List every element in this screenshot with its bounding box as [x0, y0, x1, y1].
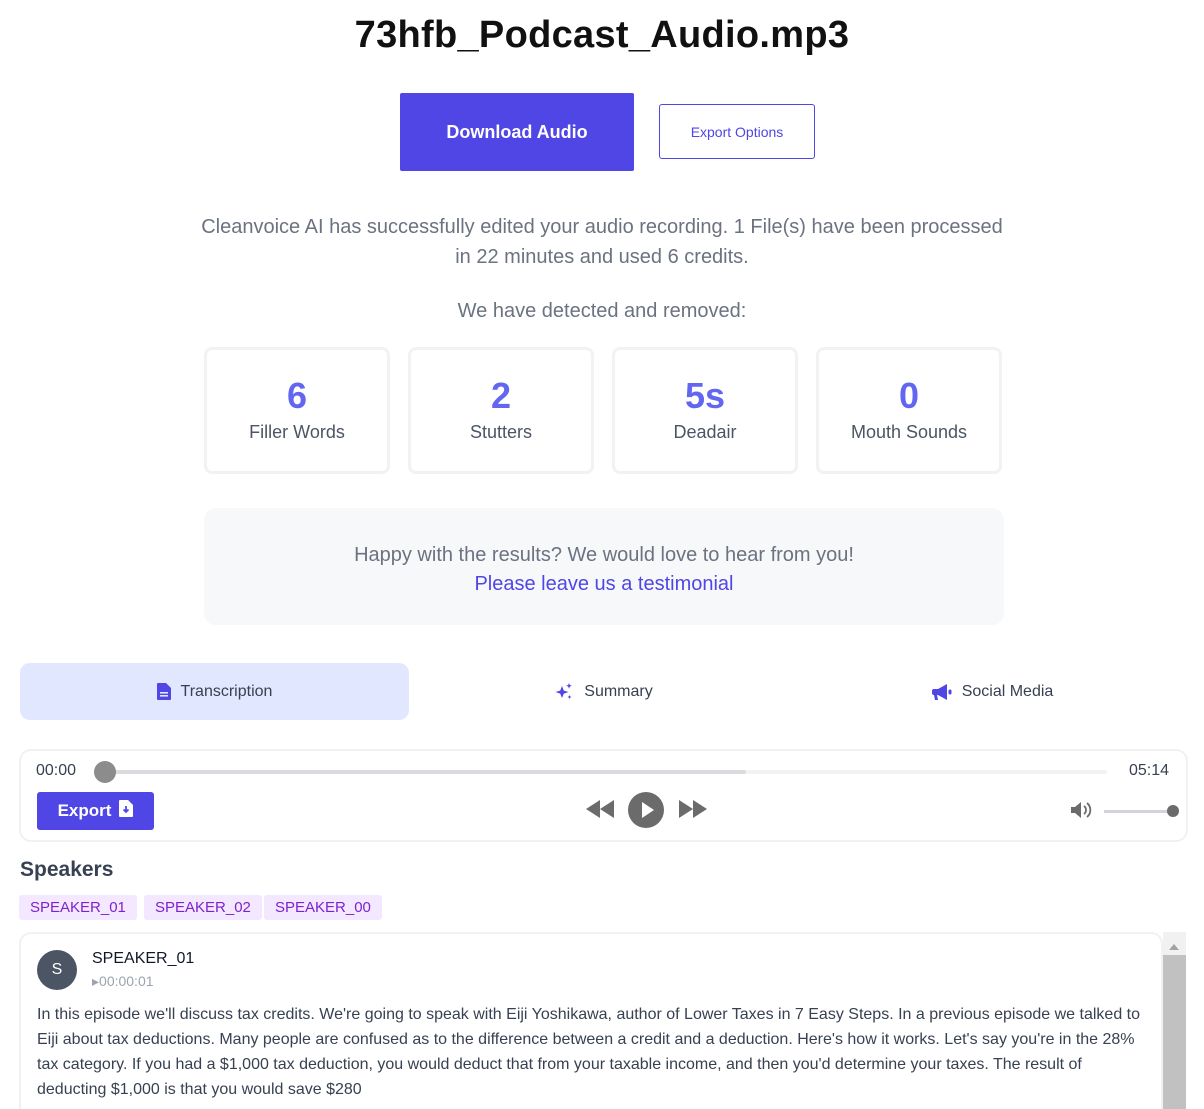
rewind-icon[interactable]	[586, 800, 614, 823]
stat-value: 0	[898, 375, 920, 416]
play-icon[interactable]	[628, 792, 664, 833]
transcript-timestamp[interactable]: ▸00:00:01	[92, 973, 154, 990]
stat-card-mouth-sounds: 0 Mouth Sounds	[816, 347, 1002, 474]
stat-label: Mouth Sounds	[850, 422, 968, 442]
fast-forward-icon[interactable]	[679, 800, 707, 823]
download-audio-button[interactable]: Download Audio	[400, 93, 634, 171]
transcript-speaker-name: SPEAKER_01	[92, 950, 195, 967]
export-button[interactable]: Export	[37, 792, 154, 830]
speaker-chip[interactable]: SPEAKER_01	[19, 895, 137, 920]
stat-value: 2	[490, 375, 512, 416]
tab-label: Transcription	[180, 682, 273, 700]
sparkles-icon	[554, 682, 574, 702]
transcript-panel: S SPEAKER_01 ▸00:00:01 In this episode w…	[19, 932, 1163, 1109]
stat-card-deadair: 5s Deadair	[612, 347, 798, 474]
export-label: Export	[57, 801, 112, 820]
stat-label: Deadair	[673, 422, 737, 442]
speakers-heading: Speakers	[20, 858, 114, 881]
tab-summary[interactable]: Summary	[409, 663, 798, 720]
speaker-chip[interactable]: SPEAKER_02	[144, 895, 262, 920]
result-message: Cleanvoice AI has successfully edited yo…	[201, 216, 1003, 268]
seek-handle[interactable]	[94, 761, 116, 783]
stat-value: 6	[286, 375, 308, 416]
tab-label: Summary	[584, 682, 653, 700]
feedback-panel: Happy with the results? We would love to…	[204, 508, 1004, 625]
tab-social-media[interactable]: Social Media	[798, 663, 1187, 720]
volume-icon[interactable]	[1071, 801, 1093, 824]
buffered-bar	[105, 770, 747, 774]
stat-label: Filler Words	[249, 422, 345, 442]
stat-label: Stutters	[469, 422, 533, 442]
tab-transcription[interactable]: Transcription	[20, 663, 409, 720]
stat-card-stutters: 2 Stutters	[408, 347, 594, 474]
testimonial-link[interactable]: Please leave us a testimonial	[474, 573, 733, 596]
file-title: 73hfb_Podcast_Audio.mp3	[354, 14, 850, 56]
document-icon	[156, 683, 171, 700]
export-options-button[interactable]: Export Options	[659, 104, 815, 159]
volume-slider[interactable]	[1104, 810, 1172, 813]
total-time: 05:14	[1129, 762, 1170, 779]
file-export-icon	[119, 800, 134, 822]
scroll-up-arrow-icon[interactable]	[1168, 938, 1180, 956]
speaker-chip[interactable]: SPEAKER_00	[264, 895, 382, 920]
seek-bar[interactable]	[105, 770, 1107, 774]
scrollbar-thumb[interactable]	[1163, 955, 1186, 1109]
avatar: S	[37, 950, 77, 990]
current-time: 00:00	[36, 762, 77, 779]
volume-handle[interactable]	[1167, 805, 1179, 817]
transcript-text[interactable]: In this episode we'll discuss tax credit…	[37, 1002, 1151, 1102]
stat-card-filler-words: 6 Filler Words	[204, 347, 390, 474]
stat-value: 5s	[684, 375, 726, 416]
feedback-question: Happy with the results? We would love to…	[354, 544, 854, 566]
audio-player: 00:00 05:14 Export	[19, 749, 1188, 842]
tab-label: Social Media	[961, 682, 1054, 700]
megaphone-icon	[931, 683, 952, 701]
detected-heading: We have detected and removed:	[457, 300, 747, 322]
